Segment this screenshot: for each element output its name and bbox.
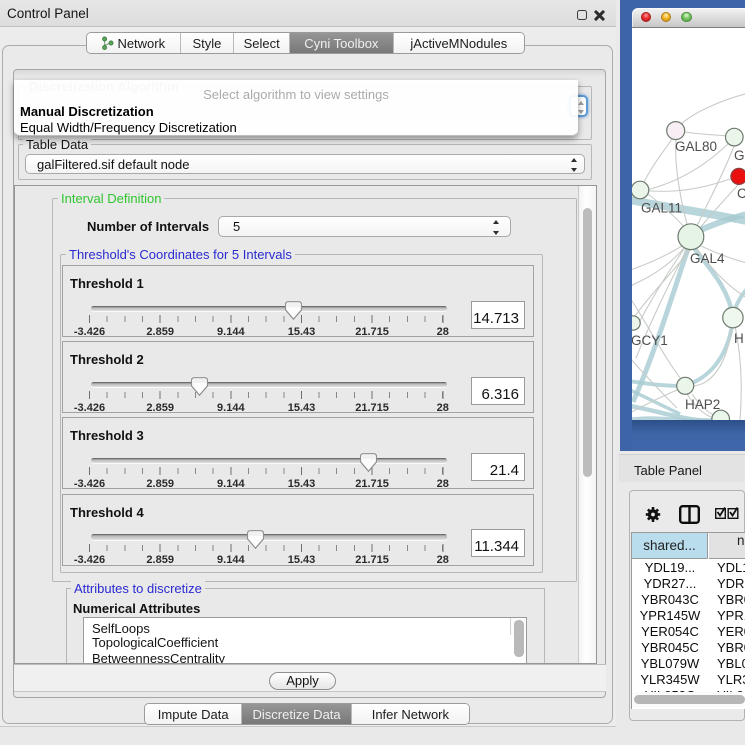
svg-text:GAL11: GAL11 [641, 201, 682, 216]
svg-text:GAL80: GAL80 [675, 139, 717, 154]
svg-text:C: C [737, 186, 745, 201]
svg-text:H: H [734, 331, 744, 346]
svg-text:GAL4: GAL4 [690, 251, 725, 266]
svg-text:HAP2: HAP2 [685, 397, 720, 412]
svg-text:G.: G. [734, 148, 745, 163]
svg-text:GCY1: GCY1 [632, 333, 668, 348]
